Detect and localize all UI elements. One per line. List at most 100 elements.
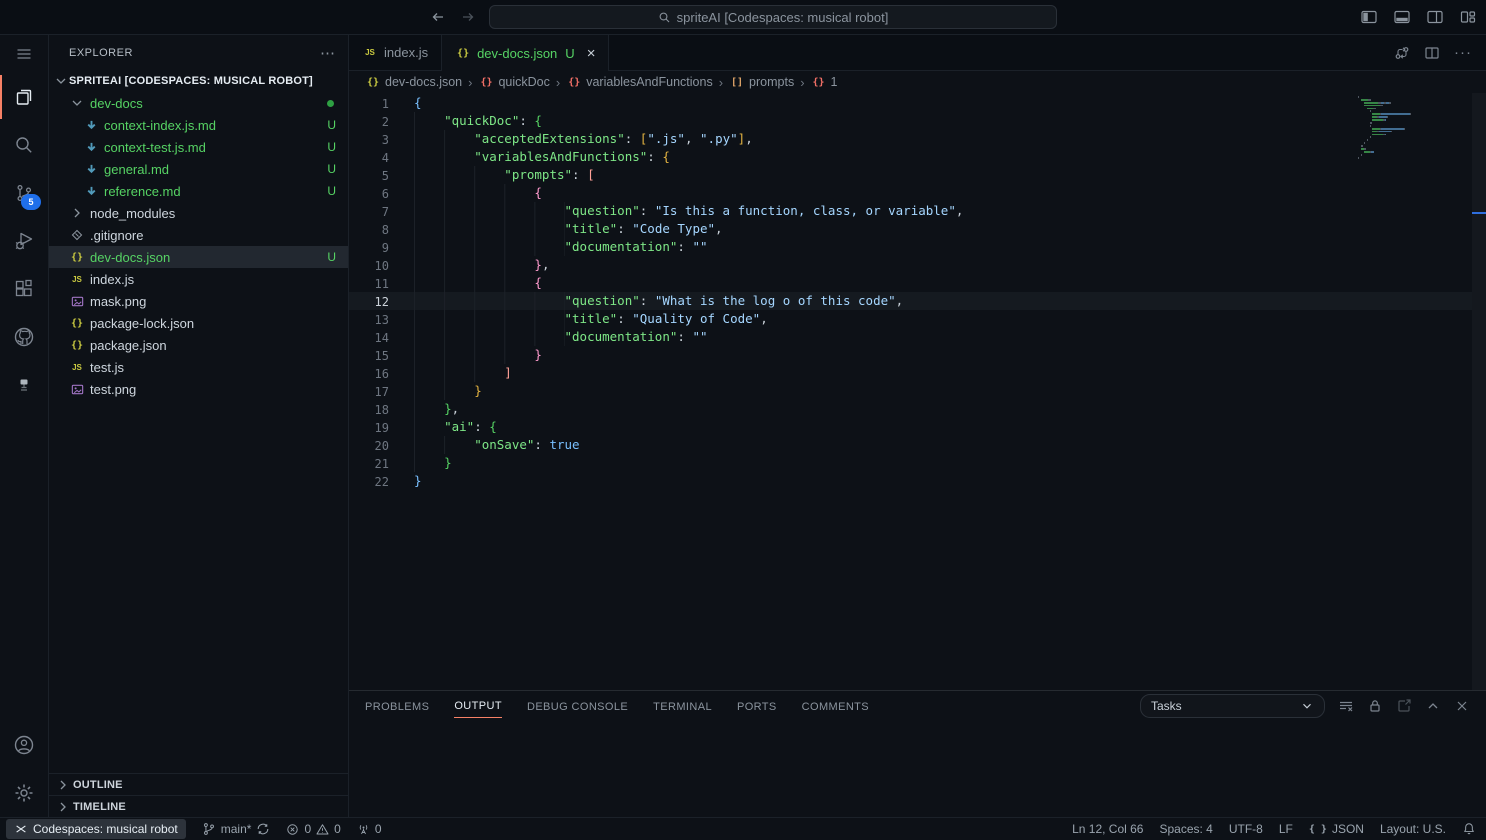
output-channel-dropdown[interactable]: Tasks: [1140, 694, 1325, 718]
panel-tab-debug-console[interactable]: DEBUG CONSOLE: [527, 695, 628, 718]
breadcrumb-item-variablesAndFunctions[interactable]: {}variablesAndFunctions: [566, 74, 712, 90]
sidebar-item-node_modules[interactable]: node_modules: [49, 202, 348, 224]
accounts-icon[interactable]: [0, 721, 48, 769]
problems-item[interactable]: 0 0: [286, 822, 340, 836]
file-label: node_modules: [90, 206, 175, 221]
toggle-sidebar-icon[interactable]: [1357, 5, 1381, 29]
encoding-indicator[interactable]: UTF-8: [1229, 822, 1263, 836]
sidebar-item-mask.png[interactable]: mask.png: [49, 290, 348, 312]
code-line[interactable]: 16]: [349, 364, 1472, 382]
branch-item[interactable]: main*: [202, 822, 271, 836]
code-line[interactable]: 22}: [349, 472, 1472, 490]
tab-index.js[interactable]: JSindex.js: [349, 35, 442, 70]
open-output-in-editor-icon[interactable]: [1396, 698, 1412, 714]
panel-tab-problems[interactable]: PROBLEMS: [365, 695, 429, 718]
error-count: 0: [304, 822, 311, 836]
code-line[interactable]: 15}: [349, 346, 1472, 364]
overview-ruler[interactable]: [1472, 93, 1486, 690]
github-icon[interactable]: [0, 313, 48, 361]
sidebar-item-context-index.js.md[interactable]: context-index.js.mdU: [49, 114, 348, 136]
vscode-window: spriteAI [Codespaces: musical robot]: [0, 0, 1486, 840]
code-line[interactable]: 17}: [349, 382, 1472, 400]
eol-indicator[interactable]: LF: [1279, 822, 1293, 836]
panel-tab-output[interactable]: OUTPUT: [454, 694, 502, 718]
breadcrumb-item-quickDoc[interactable]: {}quickDoc: [478, 74, 549, 90]
code-line[interactable]: 4"variablesAndFunctions": {: [349, 148, 1472, 166]
code-line[interactable]: 11{: [349, 274, 1472, 292]
layout-indicator[interactable]: Layout: U.S.: [1380, 822, 1446, 836]
breadcrumb-item-dev-docs.json[interactable]: {}dev-docs.json: [365, 74, 462, 90]
code-line[interactable]: 18},: [349, 400, 1472, 418]
ports-item[interactable]: 0: [357, 822, 382, 836]
sidebar-item-test.js[interactable]: JStest.js: [49, 356, 348, 378]
open-changes-icon[interactable]: [1394, 45, 1410, 61]
code-line[interactable]: 3"acceptedExtensions": [".js", ".py"],: [349, 130, 1472, 148]
code-line[interactable]: 7"question": "Is this a function, class,…: [349, 202, 1472, 220]
sidebar-item-package-lock.json[interactable]: {}package-lock.json: [49, 312, 348, 334]
lock-autoscroll-icon[interactable]: [1367, 698, 1383, 714]
line-col-indicator[interactable]: Ln 12, Col 66: [1072, 822, 1143, 836]
source-control-badge: 5: [21, 194, 41, 210]
toggle-panel-icon[interactable]: [1390, 5, 1414, 29]
sidebar-item-dev-docs.json[interactable]: {}dev-docs.jsonU: [49, 246, 348, 268]
sidebar-item-.gitignore[interactable]: .gitignore: [49, 224, 348, 246]
sidebar-more-actions-icon[interactable]: ⋯: [320, 44, 336, 62]
codespaces-extension-icon[interactable]: [0, 361, 48, 409]
project-root-row[interactable]: SPRITEAI [CODESPACES: MUSICAL ROBOT]: [49, 70, 348, 92]
code-line[interactable]: 12"question": "What is the log o of this…: [349, 292, 1472, 310]
code-line[interactable]: 5"prompts": [: [349, 166, 1472, 184]
split-editor-icon[interactable]: [1424, 45, 1440, 61]
run-debug-icon[interactable]: [0, 217, 48, 265]
search-view-icon[interactable]: [0, 121, 48, 169]
panel-tab-terminal[interactable]: TERMINAL: [653, 695, 712, 718]
line-number: 1: [349, 94, 389, 112]
nav-back-icon[interactable]: [430, 9, 446, 25]
extensions-icon[interactable]: [0, 265, 48, 313]
code-line[interactable]: 1{: [349, 94, 1472, 112]
sidebar-item-general.md[interactable]: general.mdU: [49, 158, 348, 180]
sidebar-item-context-test.js.md[interactable]: context-test.js.mdU: [49, 136, 348, 158]
sidebar-item-package.json[interactable]: {}package.json: [49, 334, 348, 356]
sidebar-item-test.png[interactable]: test.png: [49, 378, 348, 400]
code-line[interactable]: 21}: [349, 454, 1472, 472]
remote-indicator[interactable]: Codespaces: musical robot: [6, 819, 186, 839]
close-panel-icon[interactable]: [1454, 698, 1470, 714]
chevron-down-icon: [69, 95, 85, 111]
explorer-icon[interactable]: [0, 73, 48, 121]
breadcrumb-item-1[interactable]: {}1: [811, 74, 838, 90]
code-line[interactable]: 9"documentation": "": [349, 238, 1472, 256]
code-line[interactable]: 10},: [349, 256, 1472, 274]
maximize-panel-icon[interactable]: [1425, 698, 1441, 714]
minimap[interactable]: [1358, 96, 1470, 160]
code-line[interactable]: 8"title": "Code Type",: [349, 220, 1472, 238]
panel-tab-comments[interactable]: COMMENTS: [802, 695, 869, 718]
code-line[interactable]: 13"title": "Quality of Code",: [349, 310, 1472, 328]
indentation-indicator[interactable]: Spaces: 4: [1159, 822, 1212, 836]
toggle-secondary-sidebar-icon[interactable]: [1423, 5, 1447, 29]
sidebar-item-dev-docs[interactable]: dev-docs: [49, 92, 348, 114]
nav-forward-icon[interactable]: [460, 9, 476, 25]
customize-layout-icon[interactable]: [1456, 5, 1480, 29]
close-tab-icon[interactable]: ×: [587, 46, 596, 61]
code-line[interactable]: 19"ai": {: [349, 418, 1472, 436]
settings-gear-icon[interactable]: [0, 769, 48, 817]
command-center-search[interactable]: spriteAI [Codespaces: musical robot]: [489, 5, 1057, 29]
code-line[interactable]: 14"documentation": "": [349, 328, 1472, 346]
panel-tab-ports[interactable]: PORTS: [737, 695, 777, 718]
source-control-icon[interactable]: 5: [0, 169, 48, 217]
breadcrumb-item-prompts[interactable]: []prompts: [729, 74, 794, 90]
sidebar-item-index.js[interactable]: JSindex.js: [49, 268, 348, 290]
clear-output-icon[interactable]: [1338, 698, 1354, 714]
language-indicator[interactable]: { } JSON: [1309, 822, 1364, 836]
timeline-section[interactable]: TIMELINE: [49, 795, 348, 817]
more-actions-icon[interactable]: ···: [1454, 44, 1472, 61]
code-editor[interactable]: 1{2"quickDoc": {3"acceptedExtensions": […: [349, 93, 1486, 690]
notifications-bell-icon[interactable]: [1462, 822, 1476, 836]
menu-icon[interactable]: [0, 35, 48, 73]
code-line[interactable]: 6{: [349, 184, 1472, 202]
outline-section[interactable]: OUTLINE: [49, 773, 348, 795]
code-line[interactable]: 2"quickDoc": {: [349, 112, 1472, 130]
tab-dev-docs.json[interactable]: {}dev-docs.jsonU×: [442, 35, 609, 71]
sidebar-item-reference.md[interactable]: reference.mdU: [49, 180, 348, 202]
code-line[interactable]: 20"onSave": true: [349, 436, 1472, 454]
